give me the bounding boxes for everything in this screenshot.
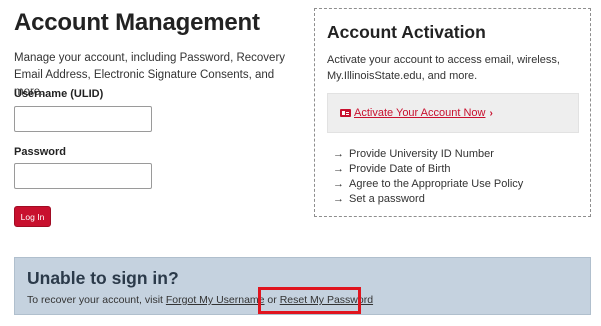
card-title: Account Activation	[327, 22, 486, 42]
account-activation-card: Account Activation Activate your account…	[314, 8, 591, 217]
recovery-text: To recover your account, visit Forgot My…	[27, 293, 373, 307]
arrow-right-icon: →	[333, 178, 344, 190]
activate-account-link[interactable]: Activate Your Account Now	[354, 107, 485, 119]
step-text: Agree to the Appropriate Use Policy	[349, 178, 524, 190]
password-label: Password	[14, 146, 66, 158]
page-title: Account Management	[14, 9, 260, 36]
password-input[interactable]	[14, 163, 152, 189]
forgot-username-link[interactable]: Forgot My Username	[166, 294, 265, 306]
list-item: → Agree to the Appropriate Use Policy	[333, 177, 523, 192]
username-input[interactable]	[14, 106, 152, 132]
arrow-right-icon: →	[333, 193, 344, 205]
list-item: → Provide Date of Birth	[333, 162, 523, 177]
activate-box: Activate Your Account Now ›	[327, 93, 579, 133]
card-description: Activate your account to access email, w…	[327, 54, 560, 82]
recovery-middle: or	[264, 294, 280, 306]
arrow-right-icon: →	[333, 163, 344, 175]
unable-to-sign-in-panel: Unable to sign in? To recover your accou…	[14, 257, 591, 315]
account-management-section: Account Management Manage your account, …	[14, 8, 299, 227]
arrow-right-icon: →	[333, 148, 344, 160]
username-label: Username (ULID)	[14, 88, 104, 100]
chevron-right-icon: ›	[489, 107, 493, 119]
step-text: Provide University ID Number	[349, 148, 494, 160]
reset-password-link[interactable]: Reset My Password	[280, 294, 373, 306]
list-item: → Set a password	[333, 192, 523, 207]
list-item: → Provide University ID Number	[333, 147, 523, 162]
recovery-prefix: To recover your account, visit	[27, 294, 166, 306]
account-page: Account Management Manage your account, …	[0, 0, 601, 326]
step-text: Provide Date of Birth	[349, 163, 451, 175]
activation-steps: → Provide University ID Number → Provide…	[333, 147, 523, 207]
id-card-icon	[340, 109, 351, 117]
login-button[interactable]: Log In	[14, 206, 51, 227]
step-text: Set a password	[349, 193, 425, 205]
unable-title: Unable to sign in?	[27, 268, 179, 288]
